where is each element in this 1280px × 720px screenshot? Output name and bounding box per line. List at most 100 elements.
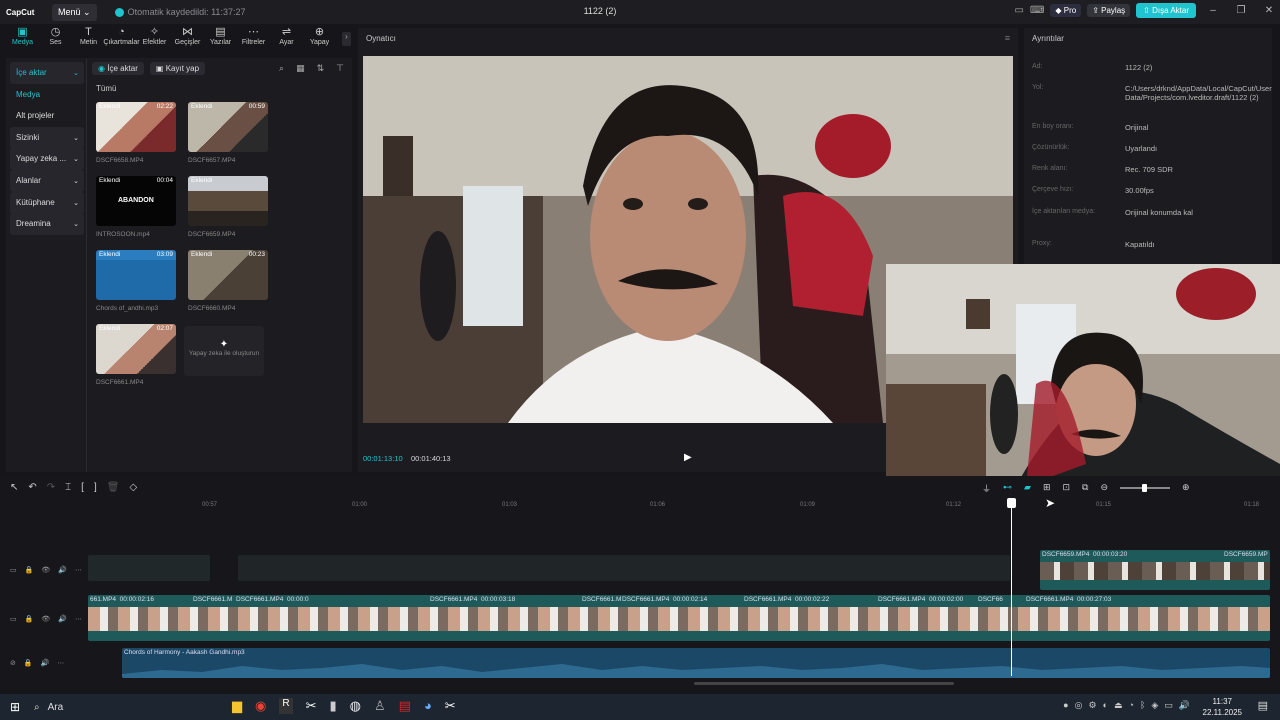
media-clip[interactable]: Eklendi 00:23 DSCF6660.MP4	[188, 250, 268, 312]
import-tab[interactable]: ◉ İçe aktar	[92, 62, 144, 75]
playhead-handle[interactable]	[1007, 498, 1016, 508]
usb-icon[interactable]: ⏏	[1114, 700, 1123, 711]
tab-captions[interactable]: ▤ Yazılar	[204, 26, 237, 56]
tab-adjust[interactable]: ⇌ Ayar	[270, 26, 303, 56]
tab-effects[interactable]: ✧ Efektler	[138, 26, 171, 56]
filter-icon[interactable]: ⊤	[336, 63, 344, 74]
playhead[interactable]	[1011, 500, 1012, 676]
tray-icon[interactable]: ◔	[1129, 700, 1134, 711]
sidebar-item-7[interactable]: Dreamina ⌄	[10, 213, 84, 235]
delete-icon[interactable]: 🗑	[107, 482, 120, 493]
tab-audio[interactable]: ◷ Ses	[39, 26, 72, 56]
notification-icon[interactable]: ▤	[1258, 699, 1268, 712]
network-icon[interactable]: ▭	[1164, 700, 1173, 711]
track-cover-icon[interactable]: ▭	[10, 615, 17, 623]
steam-icon[interactable]: ◕	[424, 698, 432, 714]
tray-icon[interactable]: ◎	[1075, 700, 1083, 711]
share-button[interactable]: ⇪ Paylaş	[1087, 4, 1131, 17]
app-icon[interactable]: ♙	[374, 698, 386, 714]
layout-icon[interactable]: ▭	[1014, 5, 1023, 16]
sidebar-item-1[interactable]: Medya	[10, 84, 84, 106]
view-toggle-icon[interactable]: ▦	[296, 63, 305, 74]
tab-media[interactable]: ▣ Medya	[6, 26, 39, 56]
tab-stickers[interactable]: ◔ Çıkartmalar	[103, 26, 139, 56]
timeline-ruler[interactable]: 00:57 01:00 01:03 01:06 01:09 01:12 01:15 01:18	[88, 500, 1280, 510]
tab-ai[interactable]: ⊕ Yapay	[303, 26, 336, 56]
r-app-icon[interactable]: R	[279, 698, 293, 714]
split-icon[interactable]: ⌶	[65, 482, 71, 493]
sidebar-item-4[interactable]: Yapay zeka ... ⌄	[10, 148, 84, 170]
taskbar-search[interactable]: ⌕ Ara	[34, 702, 63, 713]
zoom-slider[interactable]	[1120, 484, 1171, 492]
chrome-icon[interactable]: ◉	[255, 698, 266, 714]
mute-icon[interactable]: 🔊	[41, 659, 50, 667]
sort-icon[interactable]: ⇅	[317, 63, 325, 74]
mic-app-icon[interactable]: ▮	[329, 698, 336, 714]
more-icon[interactable]: ⋯	[57, 659, 64, 667]
ai-create-button[interactable]: ✦ Yapay zeka ile oluşturun	[184, 326, 264, 376]
close-icon[interactable]: ✕	[1258, 5, 1280, 16]
lock-icon[interactable]: 🔒	[25, 566, 34, 574]
tabs-scroll-right-icon[interactable]: ›	[342, 32, 351, 46]
tray-icon[interactable]: ●	[1063, 700, 1068, 711]
undo-icon[interactable]: ↶	[28, 482, 36, 493]
visibility-icon[interactable]: 👁	[41, 615, 50, 623]
main-track-link-icon[interactable]: ⊷	[1003, 482, 1012, 495]
lock-icon[interactable]: 🔒	[25, 615, 34, 623]
lock-icon[interactable]: 🔒	[24, 659, 33, 667]
auto-snap-icon[interactable]: ▰	[1024, 482, 1031, 495]
sidebar-item-0[interactable]: İçe aktar ⌄	[10, 62, 84, 84]
tray-icon[interactable]: ◐	[1103, 700, 1108, 711]
file-explorer-icon[interactable]: ▆	[232, 698, 242, 714]
export-button[interactable]: ⇧ Dışa Aktar	[1136, 3, 1196, 18]
more-icon[interactable]: ⋯	[75, 615, 82, 623]
select-tool-icon[interactable]: ↖	[10, 482, 18, 493]
play-icon[interactable]: ▶	[684, 452, 692, 463]
minimize-icon[interactable]: –	[1202, 5, 1224, 16]
video-clip-ghost[interactable]	[238, 555, 1010, 581]
mute-icon[interactable]: 🔊	[58, 615, 67, 623]
tray-icon[interactable]: ⚙	[1088, 700, 1096, 711]
capcut-icon[interactable]: ✂	[445, 698, 456, 714]
capcut-icon[interactable]: ✂	[306, 698, 317, 714]
sidebar-item-5[interactable]: Alanlar ⌄	[10, 170, 84, 192]
marker-icon[interactable]: ◇	[129, 482, 137, 493]
tab-transitions[interactable]: ⋈ Geçişler	[171, 26, 204, 56]
media-clip[interactable]: Eklendi DSCF6659.MP4	[188, 176, 268, 238]
media-clip[interactable]: Eklendi 02:22 DSCF6658.MP4	[96, 102, 176, 164]
search-icon[interactable]: ⌕	[279, 63, 284, 74]
media-clip[interactable]: Eklendi 00:04 ABANDON INTROSOON.mp4	[96, 176, 176, 238]
preview-axis-icon[interactable]: ⊡	[1062, 482, 1070, 495]
mute-icon[interactable]: 🔊	[58, 566, 67, 574]
visibility-icon[interactable]: 👁	[41, 566, 50, 574]
trim-right-icon[interactable]: ]	[94, 482, 97, 493]
main-video-track[interactable]: 661.MP4 00:00:02:16 DSCF6661.M DSCF6661.M…	[88, 595, 1270, 641]
video-clip-ghost[interactable]	[88, 555, 210, 581]
sidebar-item-3[interactable]: Sizinki ⌄	[10, 127, 84, 149]
record-tab[interactable]: ▣ Kayıt yap	[149, 62, 206, 75]
pro-button[interactable]: ◆ Pro	[1050, 4, 1082, 17]
clock[interactable]: 11:37 22.11.2025	[1203, 696, 1242, 718]
mic-icon[interactable]: ⏚	[982, 482, 991, 495]
video-clip[interactable]: DSCF6659.MP4 00:00:03:20 DSCF6659.MP	[1040, 550, 1270, 590]
zoom-out-icon[interactable]: ⊖	[1100, 482, 1108, 495]
media-clip[interactable]: Eklendi 02:07 DSCF6661.MP4	[96, 324, 176, 386]
redo-icon[interactable]: ↷	[47, 482, 55, 493]
sidebar-item-6[interactable]: Kütüphane ⌄	[10, 192, 84, 214]
tab-filters[interactable]: ⋯ Filtreler	[237, 26, 270, 56]
timeline-scrollbar[interactable]	[694, 682, 954, 685]
menu-button[interactable]: Menü ⌄	[52, 3, 97, 21]
audio-icon[interactable]: ⊘	[10, 659, 16, 667]
tray-icon[interactable]: ◈	[1151, 700, 1158, 711]
obs-icon[interactable]: ◍	[350, 698, 361, 714]
media-clip[interactable]: Eklendi 00:59 DSCF6657.MP4	[188, 102, 268, 164]
sidebar-item-2[interactable]: Alt projeler	[10, 105, 84, 127]
cc-icon[interactable]: ⧉	[1082, 482, 1088, 495]
shortcut-icon[interactable]: ⌨	[1030, 5, 1044, 16]
trim-left-icon[interactable]: [	[81, 482, 84, 493]
bluetooth-icon[interactable]: ᛒ	[1140, 700, 1145, 711]
maximize-icon[interactable]: ❐	[1230, 5, 1252, 16]
windows-start-icon[interactable]: ⊞	[10, 700, 20, 714]
track-cover-icon[interactable]: ▭	[10, 566, 17, 574]
media-clip[interactable]: Eklendi 03:09 Chords of_andhi.mp3	[96, 250, 176, 312]
